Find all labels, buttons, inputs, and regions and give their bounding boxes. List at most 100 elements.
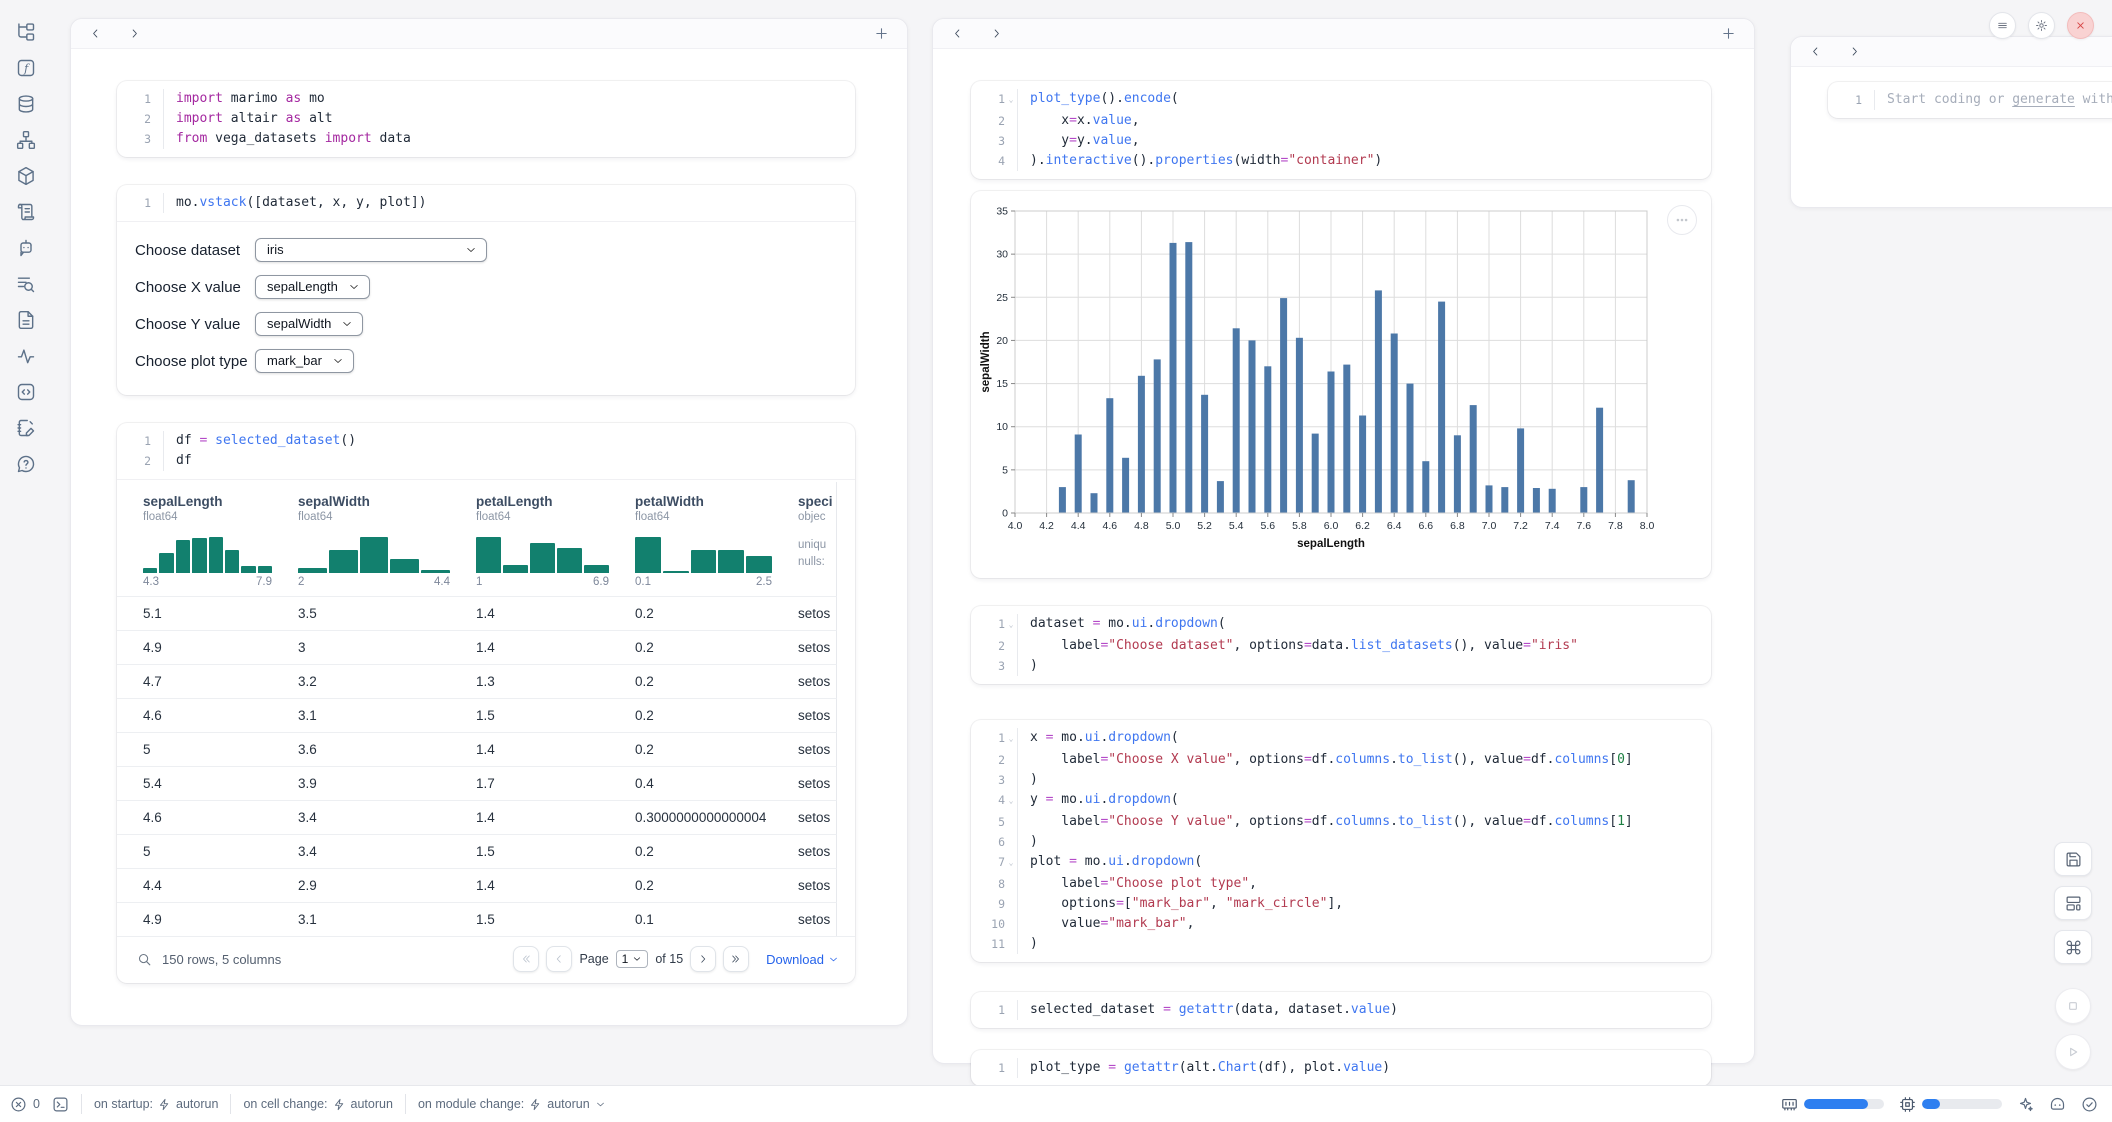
code-line[interactable]: 4⌄y = mo.ui.dropdown( [971,790,1711,812]
next-page-button[interactable] [690,946,716,972]
dropdown-select-choose-x-value[interactable]: sepalLength [255,275,370,299]
code-line[interactable]: 1⌄x = mo.ui.dropdown( [971,728,1711,750]
shutdown-button[interactable] [2067,12,2094,39]
add-cell-button[interactable] [1719,24,1738,43]
code-line[interactable]: 1selected_dataset = getattr(data, datase… [971,1000,1711,1020]
on-module-change-setting[interactable]: on module change: autorun [418,1097,606,1111]
last-page-button[interactable] [723,946,749,972]
bot-message-icon[interactable] [15,238,37,258]
generate-link[interactable]: generate [2012,92,2075,107]
code-line[interactable]: 6) [971,832,1711,852]
first-page-button[interactable] [513,946,539,972]
column-forward-button[interactable] [126,25,143,42]
code-line[interactable]: 11) [971,934,1711,954]
dropdown-select-choose-y-value[interactable]: sepalWidth [255,312,363,336]
scroll-text-icon[interactable] [15,202,37,222]
code-line[interactable]: 2 label="Choose dataset", options=data.l… [971,636,1711,656]
table-row[interactable]: 53.41.50.2setos [117,834,837,868]
code-line[interactable]: 2df [117,451,855,471]
menu-button[interactable] [1989,12,2016,39]
code-line[interactable]: 5 label="Choose Y value", options=df.col… [971,812,1711,832]
code-cell-selected-dataset[interactable]: 1selected_dataset = getattr(data, datase… [971,992,1711,1028]
code-cell-plot-encode[interactable]: 1⌄plot_type().encode(2 x=x.value,3 y=y.v… [971,81,1711,179]
table-row[interactable]: 5.43.91.70.4setos [117,766,837,800]
column-back-button[interactable] [1807,43,1824,60]
code-line[interactable]: 1plot_type = getattr(alt.Chart(df), plot… [971,1058,1711,1078]
column-back-button[interactable] [949,25,966,42]
table-row[interactable]: 4.63.41.40.3000000000000004setos [117,800,837,834]
code-cell-plot-type[interactable]: 1plot_type = getattr(alt.Chart(df), plot… [971,1050,1711,1086]
chart-actions-button[interactable] [1667,205,1697,235]
terminal-button[interactable] [52,1096,69,1113]
save-button[interactable] [2054,842,2092,876]
code-line[interactable]: 4).interactive().properties(width="conta… [971,151,1711,171]
code-line[interactable]: 1⌄dataset = mo.ui.dropdown( [971,614,1711,636]
download-button[interactable]: Download [766,952,839,967]
column-back-button[interactable] [87,25,104,42]
function-square-icon[interactable]: f [15,58,37,78]
column-header-petalWidth[interactable]: petalWidthfloat640.12.5 [635,482,798,596]
code-line[interactable]: 7⌄plot = mo.ui.dropdown( [971,852,1711,874]
code-line[interactable]: 8 label="Choose plot type", [971,874,1711,894]
sparkles-icon[interactable] [2017,1096,2034,1113]
database-icon[interactable] [15,94,37,114]
stop-button[interactable] [2055,988,2091,1024]
code-line[interactable]: 9 options=["mark_bar", "mark_circle"], [971,894,1711,914]
notebook-pen-icon[interactable] [15,418,37,438]
table-row[interactable]: 53.61.40.2setos [117,732,837,766]
errors-indicator[interactable]: 0 [10,1096,40,1113]
package-icon[interactable] [15,166,37,186]
search-icon[interactable] [137,952,152,967]
command-palette-button[interactable] [2054,930,2092,964]
code-line[interactable]: 3) [971,770,1711,790]
column-header-petalLength[interactable]: petalLengthfloat6416.9 [476,482,635,596]
code-block-icon[interactable] [15,382,37,402]
column-forward-button[interactable] [988,25,1005,42]
code-line[interactable]: 1import marimo as mo [117,89,855,109]
empty-code-cell[interactable]: 1 Start coding or generate with [1828,82,2112,118]
add-cell-button[interactable] [872,24,891,43]
network-icon[interactable] [15,130,37,150]
code-cell-vstack[interactable]: 1mo.vstack([dataset, x, y, plot]) Choose… [117,185,855,395]
code-line[interactable]: 1⌄plot_type().encode( [971,89,1711,111]
help-circle-icon[interactable] [15,454,37,474]
file-tree-icon[interactable] [15,22,37,42]
dropdown-select-choose-plot-type[interactable]: mark_bar [255,349,354,373]
table-row[interactable]: 4.63.11.50.2setos [117,698,837,732]
code-line[interactable]: 1df = selected_dataset() [117,431,855,451]
table-row[interactable]: 4.931.40.2setos [117,630,837,664]
column-forward-button[interactable] [1846,43,1863,60]
prev-page-button[interactable] [546,946,572,972]
file-text-icon[interactable] [15,310,37,330]
code-line[interactable]: 2 label="Choose X value", options=df.col… [971,750,1711,770]
table-row[interactable]: 4.93.11.50.1setos [117,902,837,936]
layout-toggle-button[interactable] [2054,886,2092,920]
column-header-speci[interactable]: speciobjecuniqunulls: [798,482,836,596]
code-line[interactable]: 3 y=y.value, [971,131,1711,151]
code-line[interactable]: 10 value="mark_bar", [971,914,1711,934]
list-search-icon[interactable] [15,274,37,294]
code-line[interactable]: 1mo.vstack([dataset, x, y, plot]) [117,193,855,213]
connection-status-icon[interactable] [2081,1096,2098,1113]
code-line[interactable]: 3from vega_datasets import data [117,129,855,149]
code-cell-imports[interactable]: 1import marimo as mo2import altair as al… [117,81,855,157]
code-cell-xy-plot-dropdowns[interactable]: 1⌄x = mo.ui.dropdown(2 label="Choose X v… [971,720,1711,962]
code-cell-dataframe[interactable]: 1df = selected_dataset()2df sepalLengthf… [117,423,855,983]
table-row[interactable]: 4.42.91.40.2setos [117,868,837,902]
code-cell-dataset-dropdown[interactable]: 1⌄dataset = mo.ui.dropdown(2 label="Choo… [971,606,1711,684]
bar-chart[interactable]: 4.04.24.44.64.85.05.25.45.65.86.06.26.46… [979,199,1703,565]
dropdown-select-choose-dataset[interactable]: iris [255,238,487,262]
column-header-sepalLength[interactable]: sepalLengthfloat644.37.9 [143,482,298,596]
page-select[interactable]: 1 [616,950,649,968]
code-line[interactable]: 3) [971,656,1711,676]
table-row[interactable]: 5.13.51.40.2setos [117,596,837,630]
code-line[interactable]: 2 x=x.value, [971,111,1711,131]
on-startup-setting[interactable]: on startup: autorun [94,1097,218,1111]
on-cell-change-setting[interactable]: on cell change: autorun [243,1097,393,1111]
run-button[interactable] [2055,1034,2091,1070]
copilot-icon[interactable] [2049,1096,2066,1113]
activity-icon[interactable] [15,346,37,366]
code-line[interactable]: 2import altair as alt [117,109,855,129]
code-editor-placeholder[interactable]: Start coding or generate with [1874,90,2112,110]
column-header-sepalWidth[interactable]: sepalWidthfloat6424.4 [298,482,476,596]
